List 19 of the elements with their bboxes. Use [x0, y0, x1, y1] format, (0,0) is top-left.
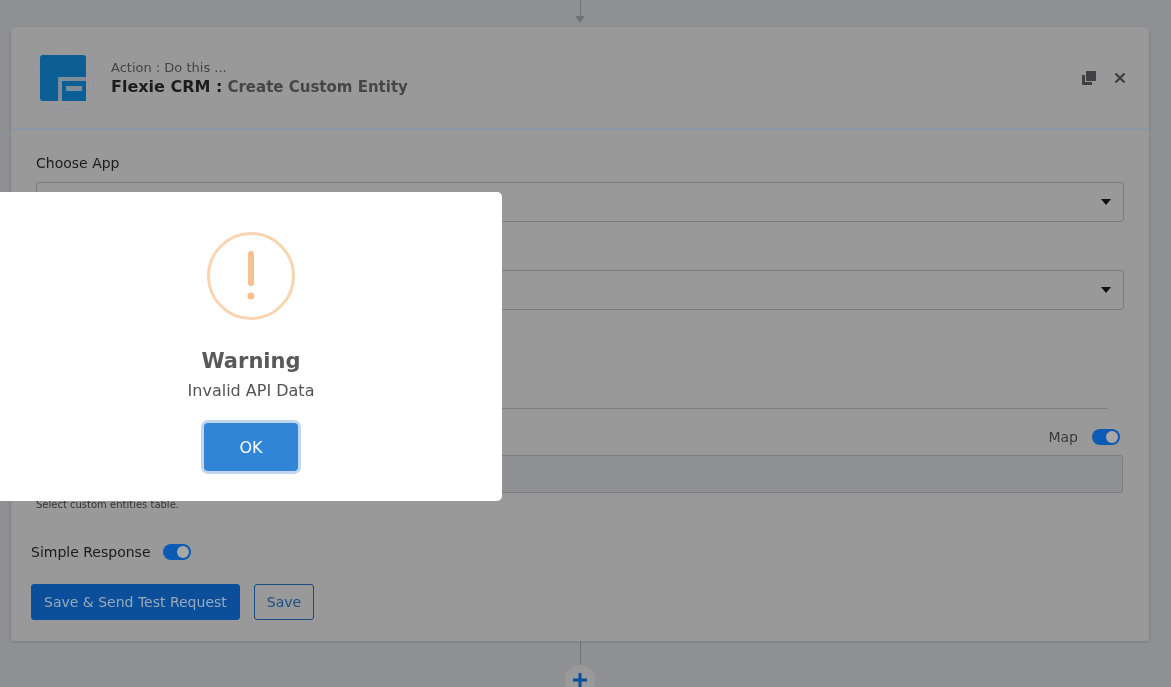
simple-response-toggle[interactable] — [162, 544, 191, 560]
dialog-message: Invalid API Data — [187, 381, 315, 400]
action-name: Create Custom Entity — [227, 77, 408, 96]
field-label: Choose App — [36, 154, 121, 172]
copy-icon[interactable] — [1081, 69, 1097, 86]
dialog-title: Warning — [201, 349, 301, 373]
close-icon[interactable] — [1114, 71, 1126, 84]
save-and-test-button[interactable]: Save & Send Test Request — [31, 584, 240, 620]
save-button[interactable]: Save — [253, 584, 315, 620]
add-step-icon[interactable] — [565, 665, 595, 687]
step-subtitle: Action : Do this ... — [111, 59, 228, 75]
caret-icon — [1101, 199, 1111, 205]
warning-icon — [206, 231, 296, 321]
ok-button[interactable]: OK — [204, 423, 298, 471]
caret-icon — [1101, 287, 1111, 293]
app-name: Flexie CRM : — [111, 76, 223, 96]
map-label: Map — [1048, 429, 1078, 445]
map-toggle[interactable] — [1092, 429, 1120, 445]
toggle-label: Simple Response — [31, 544, 151, 560]
